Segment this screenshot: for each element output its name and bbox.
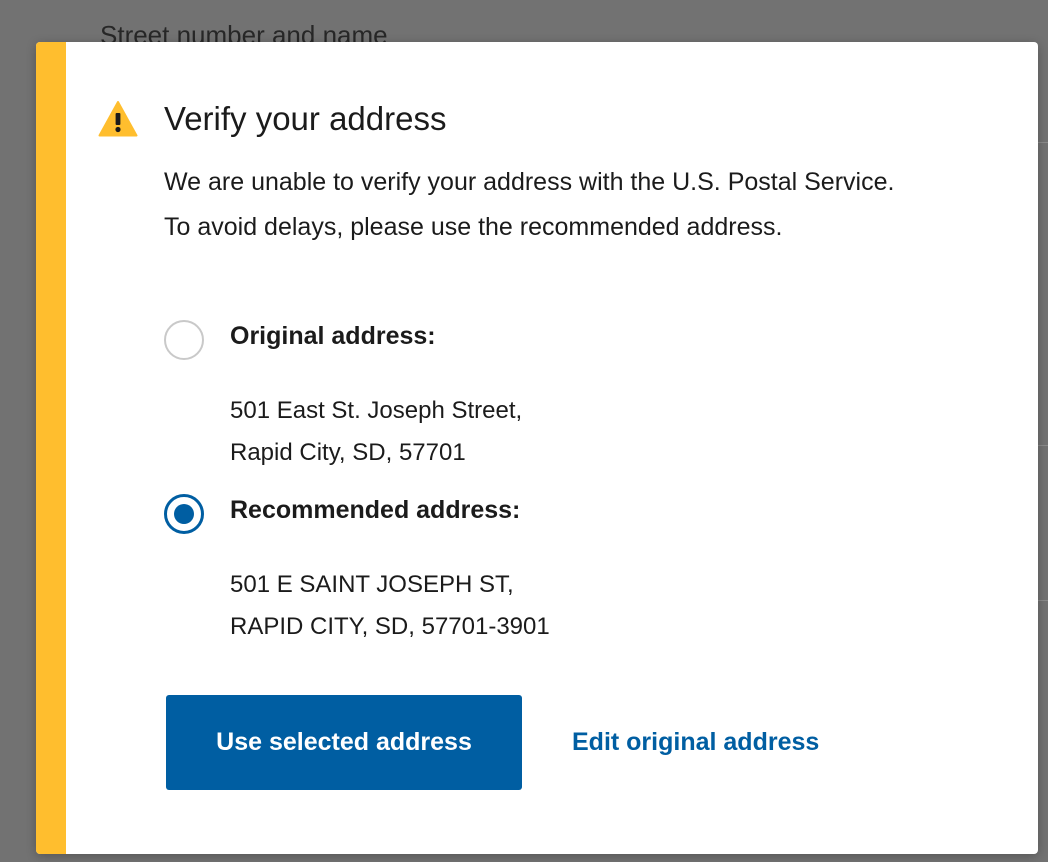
address-line-1: 501 E SAINT JOSEPH ST,	[230, 571, 514, 598]
recommended-address-radio[interactable]	[164, 494, 204, 534]
address-line-2: Rapid City, SD, 57701	[230, 439, 466, 466]
warning-icon	[98, 100, 138, 138]
modal-header: Verify your address	[98, 100, 446, 138]
original-address-label: Original address:	[230, 322, 436, 350]
original-address-radio[interactable]	[164, 320, 204, 360]
address-line-2: RAPID CITY, SD, 57701-3901	[230, 613, 550, 640]
warning-accent-bar	[36, 42, 66, 854]
original-address-text: 501 East St. Joseph Street, Rapid City, …	[230, 390, 522, 474]
address-line-1: 501 East St. Joseph Street,	[230, 397, 523, 424]
modal-message: We are unable to verify your address wit…	[164, 168, 895, 241]
edit-original-address-link[interactable]: Edit original address	[572, 728, 819, 757]
recommended-address-text: 501 E SAINT JOSEPH ST, RAPID CITY, SD, 5…	[230, 564, 550, 648]
use-selected-address-button[interactable]: Use selected address	[166, 695, 522, 790]
recommended-address-label: Recommended address:	[230, 496, 521, 524]
verify-address-modal: Verify your address We are unable to ver…	[36, 42, 1038, 854]
modal-title: Verify your address	[164, 100, 447, 137]
